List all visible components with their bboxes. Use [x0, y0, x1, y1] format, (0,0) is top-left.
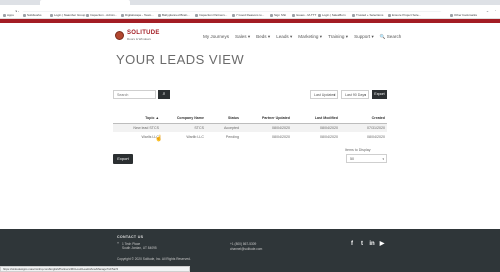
items-per-page-select[interactable]: 50 ▾	[346, 154, 387, 163]
bookmark-item[interactable]: Trusted + Selections	[352, 12, 383, 19]
cell-topic[interactable]: New lead STCS	[113, 123, 161, 132]
footer-address-line-2: South Jordan, UT 84095	[122, 246, 157, 250]
cell-partner-updated: 08/04/2020	[241, 132, 292, 141]
chevron-down-icon: ▾	[333, 93, 335, 97]
nav-search[interactable]: 🔍 Search	[380, 33, 402, 41]
cell-last-modified: 08/04/2020	[292, 132, 340, 141]
logo-subtitle: Doors & Windows	[127, 37, 151, 41]
cell-company: Warlib LLC	[161, 132, 206, 141]
bookmark-item[interactable]: Babyplanned Brain...	[158, 12, 190, 19]
bookmark-item[interactable]: Sign Shit	[270, 12, 286, 19]
cell-created: 08/04/2020	[340, 132, 387, 141]
bookmark-item[interactable]: 7 Good Reasons to...	[232, 12, 264, 19]
chevron-down-icon: ▾	[382, 157, 384, 161]
cell-status: Accepted	[206, 123, 241, 132]
cell-status: Pending	[206, 132, 241, 141]
sort-field-select[interactable]: Last Updated ▾	[310, 90, 338, 99]
export-button-label: Export	[117, 156, 129, 161]
nav-marketing[interactable]: Marketing ▾	[298, 33, 322, 41]
social-links: f t in ▶	[349, 241, 385, 247]
bookmarks-bar: Apps Solidworks Login | Naamber Group In…	[0, 12, 500, 19]
cell-created: 07/31/2020	[340, 123, 387, 132]
column-header-created[interactable]: Created	[340, 114, 387, 124]
nav-training[interactable]: Training ▾	[328, 33, 348, 41]
main-nav: My Journeys Sales ▾ Beds ▾ Leads ▾ Marke…	[203, 33, 401, 41]
date-range-select[interactable]: Last 90 Days ▾	[341, 90, 369, 99]
bookmark-item[interactable]: Apps	[3, 12, 14, 19]
column-header-topic[interactable]: Topic ▲	[113, 114, 161, 124]
items-to-display-label: Items to Display	[345, 148, 371, 152]
bookmark-item[interactable]: Other bookmarks	[450, 12, 477, 19]
cell-topic[interactable]: Warlls LLC	[113, 132, 161, 141]
chevron-down-icon: ▾	[364, 93, 366, 97]
linkedin-icon[interactable]: in	[369, 241, 375, 247]
export-button[interactable]: Export	[113, 154, 133, 164]
location-pin-icon: ⌖	[117, 241, 120, 245]
cell-last-modified: 08/04/2020	[292, 123, 340, 132]
column-header-status[interactable]: Status	[206, 114, 241, 124]
sort-field-value: Last Updated	[314, 93, 336, 97]
nav-my-journeys[interactable]: My Journeys	[203, 33, 229, 41]
youtube-icon[interactable]: ▶	[379, 241, 385, 247]
nav-leads[interactable]: Leads ▾	[276, 33, 292, 41]
browser-status-bar: https://sinkudesigns.mascrwnhq.com/Engli…	[0, 266, 190, 272]
bookmark-item[interactable]: Ensure Project Sole...	[388, 12, 421, 19]
nav-beds[interactable]: Beds ▾	[256, 33, 270, 41]
footer-email[interactable]: channel@solitude.com	[230, 247, 262, 251]
table-header-row: Topic ▲ Company Name Status Partner Upda…	[113, 114, 387, 124]
cell-company: STCS	[161, 123, 206, 132]
filter-go-label: Export	[374, 92, 385, 96]
facebook-icon[interactable]: f	[349, 241, 355, 247]
bookmark-item[interactable]: Issues - M-TTT	[292, 12, 316, 19]
filter-go-button[interactable]: Export	[372, 90, 387, 99]
lead-link[interactable]: New lead STCS	[133, 126, 159, 130]
cell-partner-updated: 08/04/2020	[241, 123, 292, 132]
search-button[interactable]: ⌕	[158, 90, 170, 99]
browser-toolbar: ← → ↻ sinkudesigns.mascrwnhq.com/English…	[0, 5, 500, 16]
mouse-pointer-icon: ☝	[155, 136, 163, 142]
bookmark-item[interactable]: Login | Naamber Group	[50, 12, 85, 19]
footer-copyright: Copyright © 2020 Solitude, Inc. All Righ…	[117, 257, 191, 261]
search-icon: ⌕	[162, 91, 166, 97]
footer-heading: CONTACT US	[117, 235, 144, 239]
bookmark-item[interactable]: Inspection - Admin...	[86, 12, 117, 19]
column-header-company[interactable]: Company Name	[161, 114, 206, 124]
twitter-icon[interactable]: t	[359, 241, 365, 247]
items-per-page-value: 50	[350, 157, 354, 161]
bookmark-item[interactable]: Inspection Partners...	[195, 12, 227, 19]
column-header-last-modified[interactable]: Last Modified	[292, 114, 340, 124]
date-range-value: Last 90 Days	[345, 93, 366, 97]
bookmark-item[interactable]: Login | SalesBurn	[318, 12, 346, 19]
bookmark-item[interactable]: Digitalscape - Team...	[121, 12, 154, 19]
column-header-partner-updated[interactable]: Partner Updated	[241, 114, 292, 124]
footer-phone[interactable]: +1 (800) 867-5309	[230, 242, 256, 246]
page-title: YOUR LEADS VIEW	[116, 52, 245, 67]
logo-icon[interactable]	[115, 31, 124, 40]
search-input[interactable]	[113, 90, 156, 99]
bookmark-item[interactable]: Solidworks	[23, 12, 42, 19]
nav-sales[interactable]: Sales ▾	[235, 33, 250, 41]
logo-text[interactable]: SOLITUDE	[127, 30, 160, 36]
nav-support[interactable]: Support ▾	[354, 33, 374, 41]
table-row[interactable]: New lead STCS STCS Accepted 08/04/2020 0…	[113, 123, 387, 132]
